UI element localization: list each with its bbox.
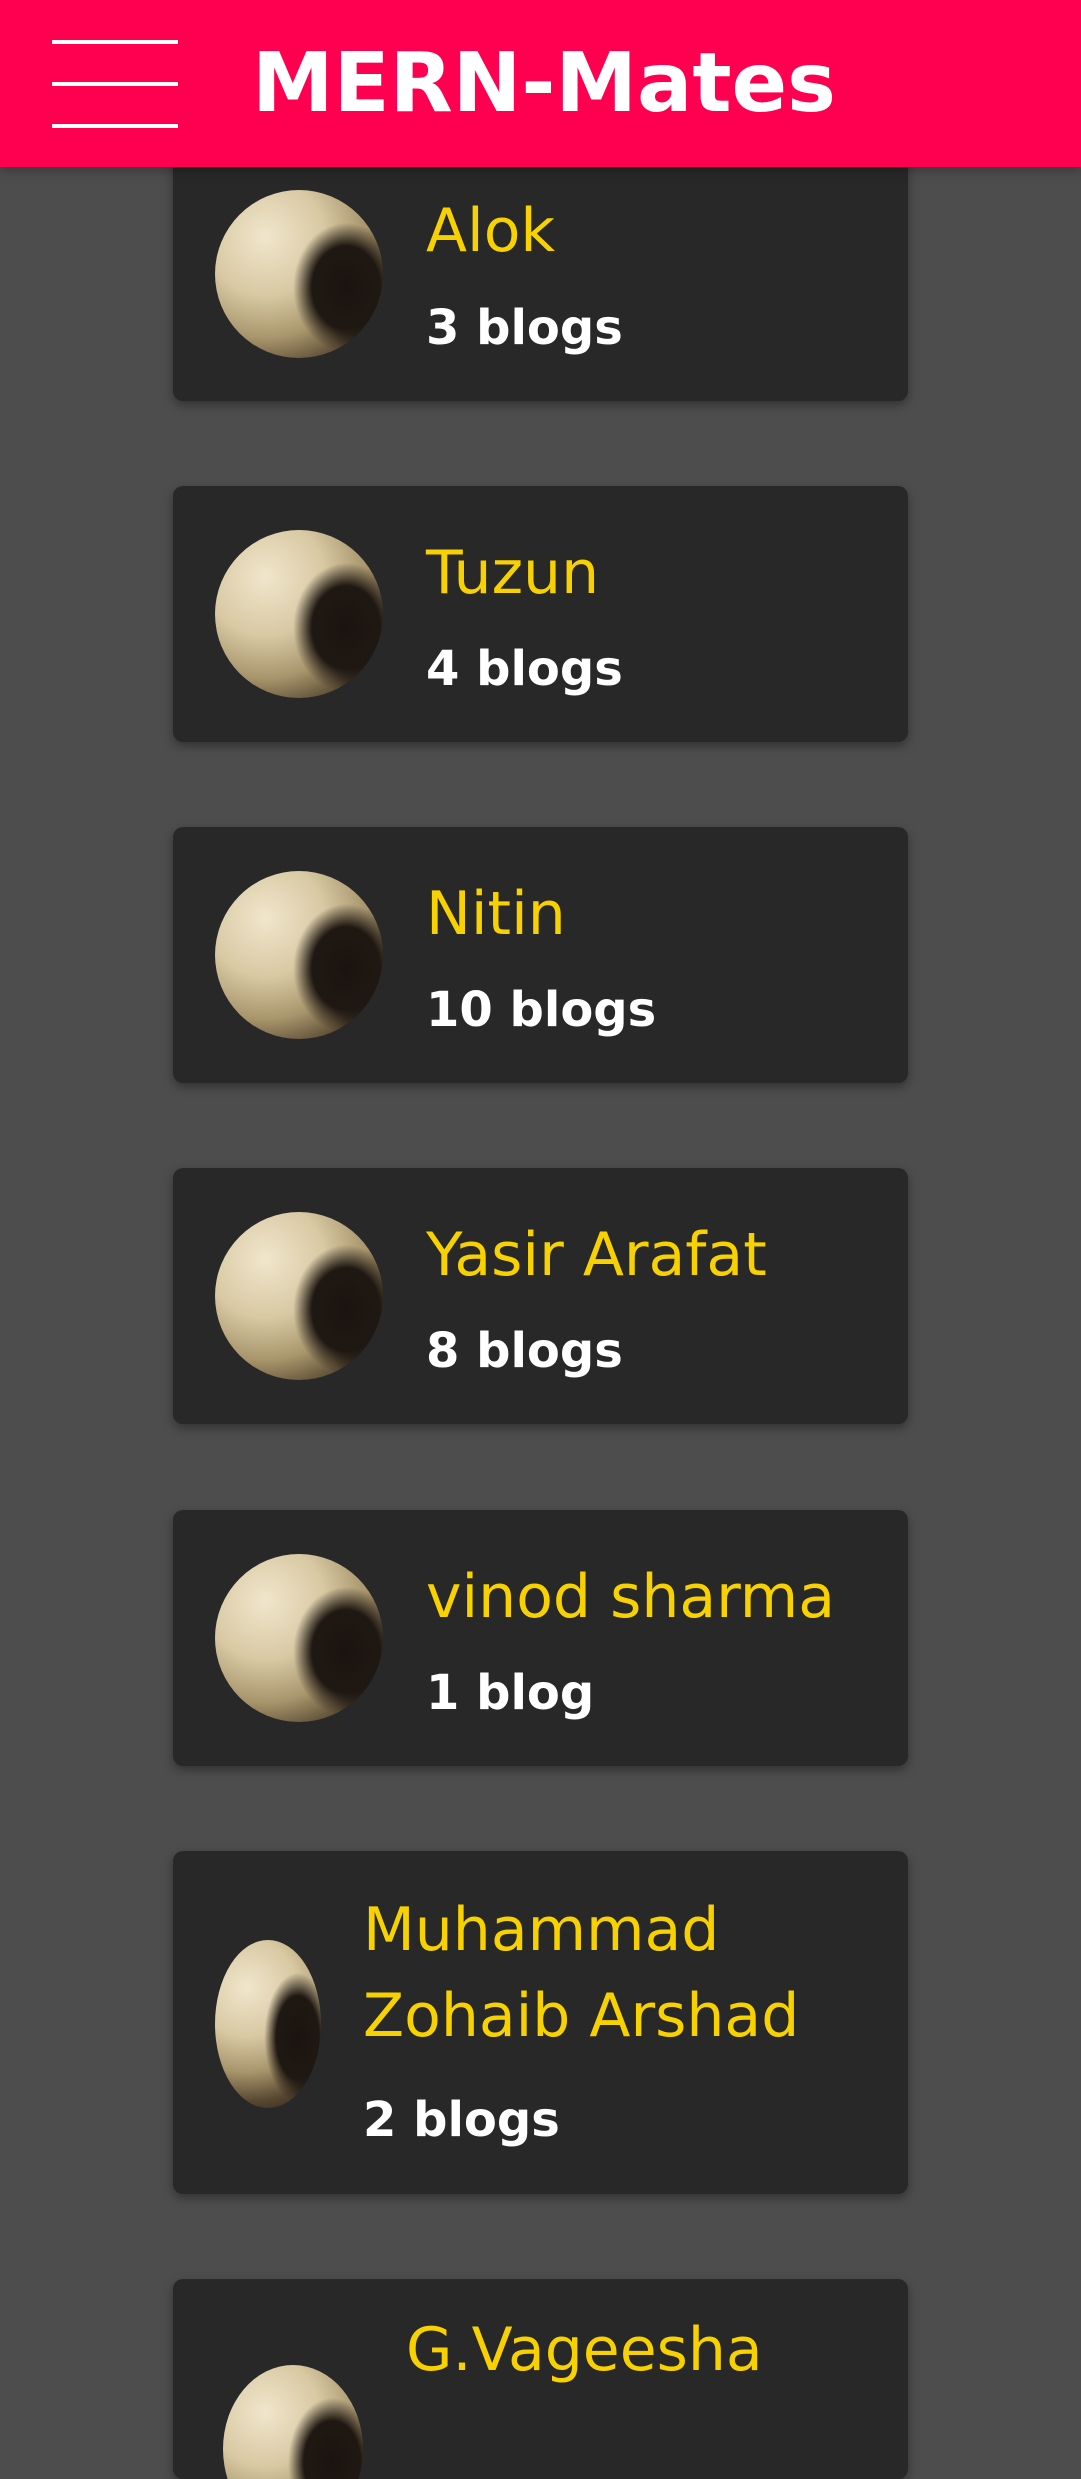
- user-avatar: [215, 190, 383, 358]
- user-blog-count: 10 blogs: [426, 982, 657, 1038]
- user-name: Nitin: [426, 879, 566, 949]
- user-avatar: [215, 530, 383, 698]
- user-blog-count: 1 blog: [426, 1665, 595, 1721]
- user-name: Tuzun: [426, 538, 600, 608]
- user-list: Alok 3 blogs Tuzun 4 blogs Nitin 10 blog…: [0, 0, 1081, 2479]
- user-blog-count: 2 blogs: [363, 2092, 560, 2148]
- user-card[interactable]: Yasir Arafat 8 blogs: [173, 1168, 908, 1424]
- user-name: Alok: [426, 196, 556, 266]
- user-card[interactable]: Tuzun 4 blogs: [173, 486, 908, 742]
- user-name: Yasir Arafat: [426, 1220, 767, 1290]
- hamburger-menu-icon[interactable]: [52, 40, 178, 128]
- hamburger-line: [52, 40, 178, 44]
- user-card[interactable]: Nitin 10 blogs: [173, 827, 908, 1083]
- user-card[interactable]: G.Vageesha: [173, 2279, 908, 2479]
- user-name: Muhammad Zohaib Arshad: [363, 1895, 800, 2051]
- app-title[interactable]: MERN-Mates: [252, 36, 836, 132]
- user-name: vinod sharma: [426, 1562, 835, 1632]
- user-avatar: [215, 871, 383, 1039]
- user-blog-count: 8 blogs: [426, 1323, 623, 1379]
- user-avatar: [215, 1554, 383, 1722]
- user-blog-count: 3 blogs: [426, 300, 623, 356]
- user-avatar: [215, 1940, 321, 2108]
- user-name: G.Vageesha: [406, 2315, 763, 2385]
- user-card[interactable]: Alok 3 blogs: [173, 140, 908, 401]
- user-avatar: [223, 2365, 363, 2479]
- user-card[interactable]: Muhammad Zohaib Arshad 2 blogs: [173, 1851, 908, 2194]
- hamburger-line: [52, 82, 178, 86]
- user-card[interactable]: vinod sharma 1 blog: [173, 1510, 908, 1766]
- user-blog-count: 4 blogs: [426, 641, 623, 697]
- user-avatar: [215, 1212, 383, 1380]
- hamburger-line: [52, 124, 178, 128]
- app-header: MERN-Mates: [0, 0, 1081, 167]
